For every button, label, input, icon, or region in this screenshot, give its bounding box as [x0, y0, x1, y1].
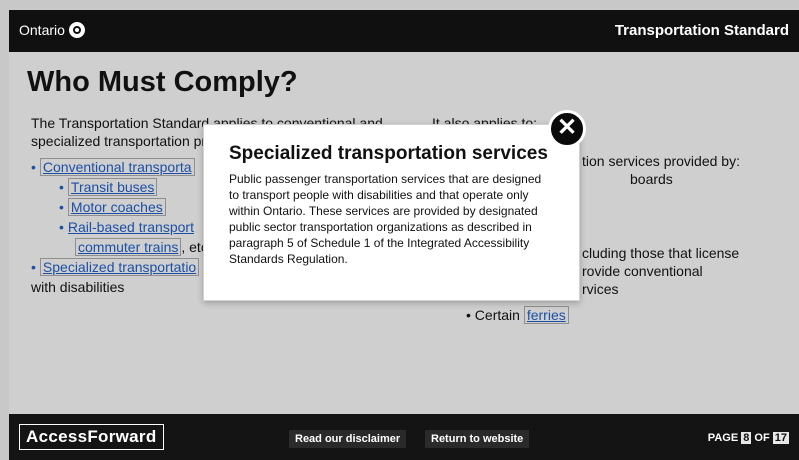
link-motor-coaches[interactable]: Motor coaches [67, 198, 166, 216]
modal-title: Specialized transportation services [229, 143, 548, 164]
link-conventional-transportation[interactable]: Conventional transporta [39, 158, 195, 176]
disclaimer-button[interactable]: Read our disclaimer [289, 430, 407, 448]
right-line: rovide conventional [582, 263, 703, 279]
header-bar: Ontario Transportation Standard [9, 10, 799, 52]
page-indicator: PAGE 8 OF 17 [708, 432, 789, 444]
bullet-icon: • [31, 159, 36, 175]
ontario-logo-text: Ontario [19, 22, 65, 38]
page-title: Who Must Comply? [27, 66, 298, 98]
link-specialized-transportation[interactable]: Specialized transportatio [39, 258, 200, 276]
right-partial-text: tion services provided by: boards cludin… [582, 152, 792, 298]
page-label: PAGE [707, 432, 739, 444]
right-line: rvices [582, 281, 619, 297]
page-header-title: Transportation Standard [614, 22, 789, 39]
footer-bar: AccessForward Read our disclaimer Return… [9, 414, 799, 460]
accessforward-logo[interactable]: AccessForward [19, 424, 164, 450]
trillium-icon [68, 22, 85, 38]
right-line: cluding those that license [582, 245, 740, 261]
link-ferries[interactable]: ferries [523, 306, 569, 324]
right-line: tion services provided by: [582, 153, 740, 169]
ontario-logo[interactable]: Ontario [19, 22, 85, 38]
bullet-icon: • [59, 199, 64, 215]
right-line: boards [630, 171, 673, 187]
modal-body: Public passenger transportation services… [229, 172, 542, 266]
return-to-website-button[interactable]: Return to website [425, 430, 530, 448]
definition-modal: Specialized transportation services Publ… [203, 124, 580, 301]
page-total: 17 [772, 432, 789, 444]
ferries-item: • Certain ferries [466, 306, 569, 324]
page-of: OF [754, 432, 770, 444]
page-current: 8 [741, 432, 752, 444]
ferries-prefix: Certain [474, 307, 520, 323]
bullet-icon: • [466, 307, 475, 323]
close-icon[interactable]: ✕ [548, 110, 586, 148]
link-commuter-trains[interactable]: commuter trains [75, 238, 182, 256]
link-transit-buses[interactable]: Transit buses [67, 178, 158, 196]
bullet-icon: • [59, 219, 64, 235]
link-rail-based-transport[interactable]: Rail-based transport [68, 219, 194, 235]
bullet-icon: • [59, 179, 64, 195]
bullet-icon: • [31, 259, 36, 275]
